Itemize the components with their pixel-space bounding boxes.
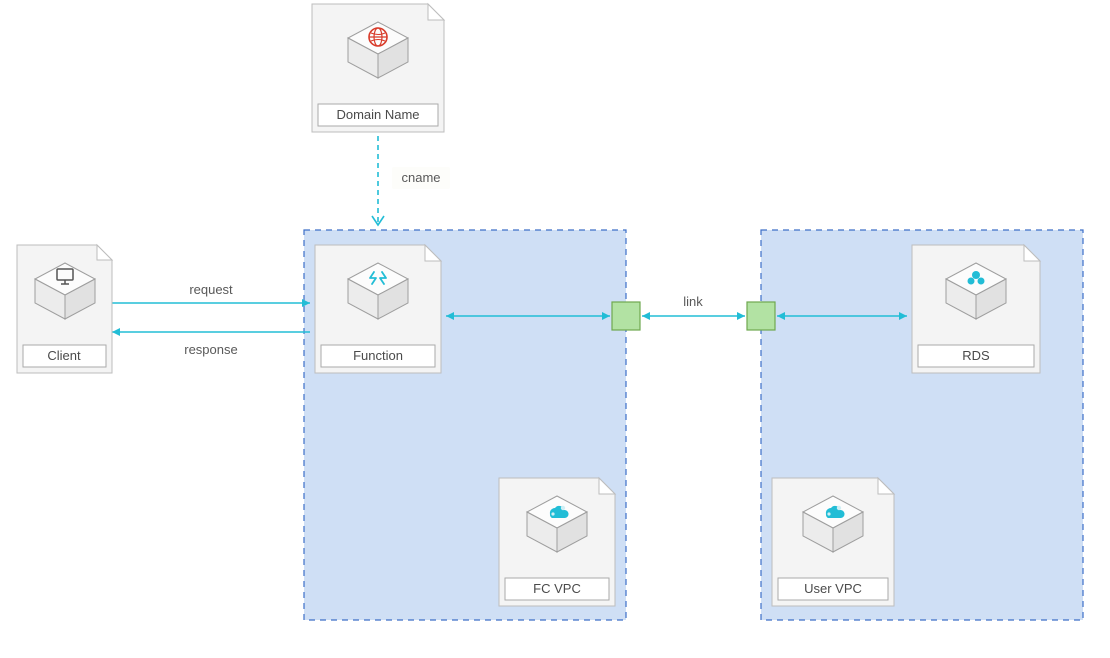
edge-label-response: response (184, 342, 237, 357)
node-fcvpc: FC VPC (499, 478, 615, 606)
node-label-client: Client (47, 348, 81, 363)
node-label-rds: RDS (962, 348, 990, 363)
node-function: Function (315, 245, 441, 373)
edge-cname: cname (372, 136, 450, 225)
edge-link: link (642, 294, 745, 320)
node-label-uservpc: User VPC (804, 581, 862, 596)
node-client: Client (17, 245, 112, 373)
node-label-domain: Domain Name (336, 107, 419, 122)
node-label-function: Function (353, 348, 403, 363)
edge-label-request: request (189, 282, 233, 297)
user-vpc-gateway (747, 302, 775, 330)
edge-label-link: link (683, 294, 703, 309)
node-rds: RDS (912, 245, 1040, 373)
node-domain: Domain Name (312, 4, 444, 132)
fc-vpc-gateway (612, 302, 640, 330)
node-label-fcvpc: FC VPC (533, 581, 581, 596)
architecture-diagram: cname request response link (0, 0, 1110, 658)
node-uservpc: User VPC (772, 478, 894, 606)
edge-request: request (112, 282, 310, 307)
edge-label-cname: cname (401, 170, 440, 185)
edge-response: response (112, 328, 310, 357)
